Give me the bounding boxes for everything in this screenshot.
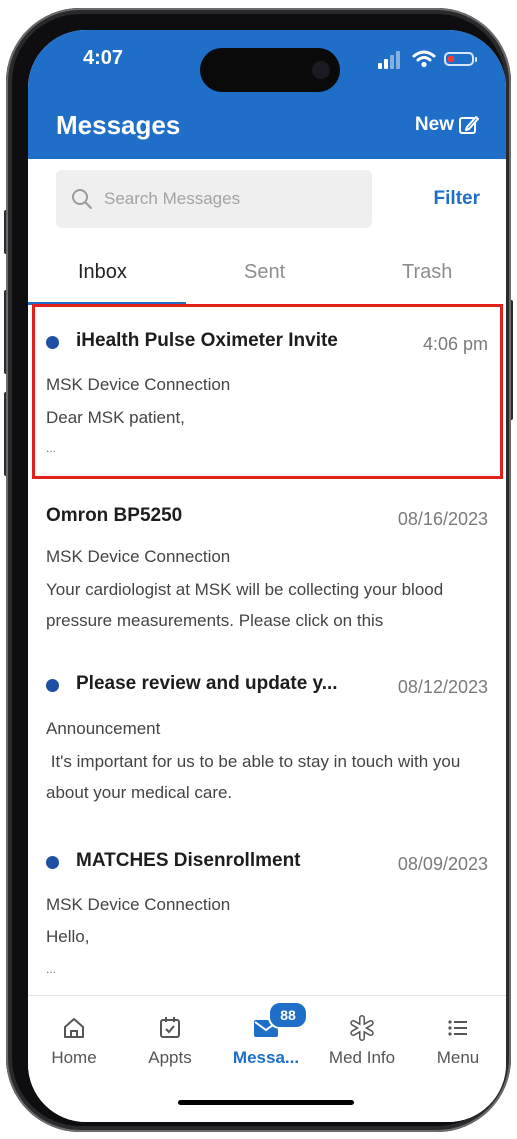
home-icon — [64, 1018, 84, 1038]
search-placeholder: Search Messages — [104, 189, 241, 208]
status-time: 4:07 — [83, 47, 124, 69]
message-preview: Your cardiologist at MSK will be collect… — [46, 580, 444, 630]
tabbar-messages[interactable]: 88 Messa... — [218, 1001, 314, 1068]
unread-dot — [46, 336, 59, 349]
tab-trash[interactable]: Trash — [402, 261, 452, 284]
battery-low-icon — [444, 52, 477, 66]
tabbar-med-info[interactable]: Med Info — [314, 1014, 410, 1068]
medical-cross-icon — [350, 1015, 374, 1041]
message-date: 4:06 pm — [422, 334, 488, 354]
new-message-label: New — [414, 114, 454, 135]
message-subject: Omron BP5250 — [46, 505, 183, 526]
message-subject: iHealth Pulse Oximeter Invite — [76, 330, 338, 351]
message-preview: Dear MSK patient, — [46, 408, 185, 427]
wifi-icon — [412, 50, 436, 68]
message-subject: MATCHES Disenrollment — [76, 850, 301, 871]
tabbar-label: Messa... — [232, 1048, 300, 1067]
message-category: MSK Device Connection — [46, 375, 231, 394]
filter-button[interactable]: Filter — [434, 188, 480, 210]
dynamic-island — [200, 48, 340, 92]
app-header: 4:07 Messages New — [28, 30, 506, 159]
phone-frame: 4:07 Messages New Search Messages Filter… — [6, 8, 511, 1132]
tabbar-label: Med Info — [328, 1048, 396, 1067]
active-tab-indicator — [28, 302, 186, 305]
tab-sent[interactable]: Sent — [244, 261, 285, 284]
message-subject: Please review and update y... — [76, 673, 338, 694]
compose-icon — [459, 116, 479, 134]
tabbar-label: Menu — [436, 1048, 480, 1067]
message-item[interactable]: Omron BP5250 08/16/2023 MSK Device Conne… — [28, 488, 506, 651]
page-title: Messages — [56, 110, 181, 140]
new-message-button[interactable]: New — [415, 114, 480, 136]
message-item[interactable]: MATCHES Disenrollment 08/09/2023 MSK Dev… — [28, 826, 506, 995]
message-preview: It's important for us to be able to stay… — [46, 752, 466, 802]
tabbar-label: Home — [51, 1048, 97, 1067]
message-date: 08/09/2023 — [397, 854, 488, 874]
search-input[interactable]: Search Messages — [56, 170, 372, 228]
search-icon — [72, 189, 92, 209]
message-date: 08/16/2023 — [397, 509, 488, 529]
message-item[interactable]: iHealth Pulse Oximeter Invite 4:06 pm MS… — [28, 307, 506, 489]
calendar-check-icon — [160, 1017, 180, 1038]
tabbar-home[interactable]: Home — [28, 1014, 122, 1068]
tabbar-label: Appts — [148, 1048, 192, 1067]
tabbar-appts[interactable]: Appts — [122, 1014, 218, 1068]
mailbox-tabs: Inbox Sent Trash — [28, 245, 506, 308]
message-date: 08/12/2023 — [397, 677, 488, 697]
camera-icon — [312, 61, 330, 79]
message-category: MSK Device Connection — [46, 547, 231, 566]
app-screen: 4:07 Messages New Search Messages Filter… — [28, 30, 506, 1122]
home-indicator[interactable] — [178, 1100, 354, 1105]
message-category: Announcement — [46, 719, 161, 738]
unread-count-badge: 88 — [268, 1001, 308, 1029]
message-category: MSK Device Connection — [46, 895, 231, 914]
unread-dot — [46, 856, 59, 869]
message-preview: Hello, — [46, 927, 90, 946]
message-item[interactable]: Please review and update y... 08/12/2023… — [28, 650, 506, 827]
tab-inbox[interactable]: Inbox — [78, 261, 127, 284]
message-ellipsis: ... — [46, 441, 57, 455]
unread-dot — [46, 679, 59, 692]
message-ellipsis: ... — [46, 962, 57, 976]
list-menu-icon — [448, 1020, 467, 1036]
tabbar-menu[interactable]: Menu — [410, 1014, 506, 1068]
